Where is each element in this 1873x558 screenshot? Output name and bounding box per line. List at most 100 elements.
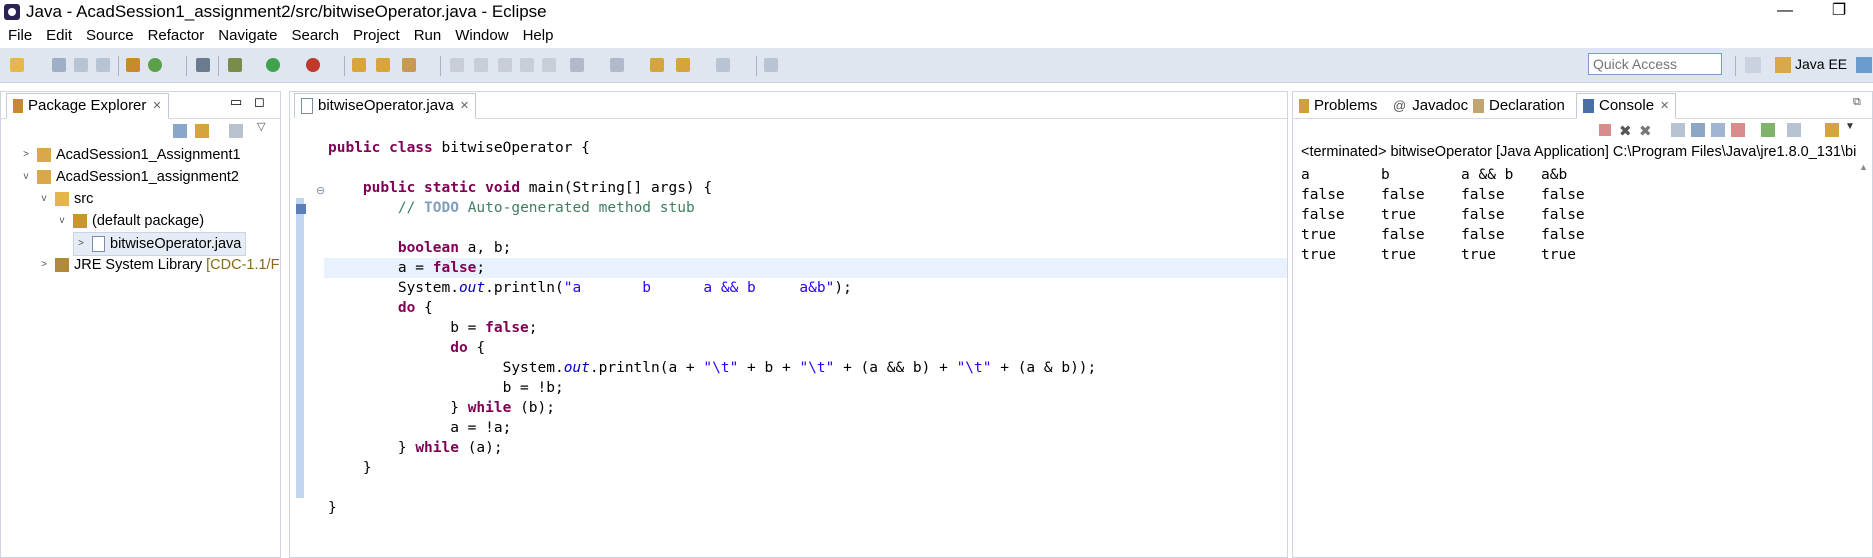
- remove-launch-icon[interactable]: ✖: [1619, 122, 1632, 140]
- tab-declaration[interactable]: Declaration: [1473, 94, 1565, 118]
- tree-item-acadsession1-assignment2[interactable]: v AcadSession1_assignment2: [19, 166, 239, 188]
- restore-view-icon[interactable]: ⧉: [1853, 96, 1861, 109]
- remove-all-icon[interactable]: ✖: [1639, 122, 1652, 140]
- menu-navigate[interactable]: Navigate: [210, 24, 283, 48]
- code-token: + (a && b) +: [834, 360, 957, 376]
- tree-item-bitwiseoperator-java[interactable]: > bitwiseOperator.java: [73, 232, 247, 256]
- open-folder-icon[interactable]: [376, 58, 390, 72]
- show-on-output-icon[interactable]: [1711, 123, 1725, 137]
- code-token: "\t": [956, 360, 992, 376]
- tree-item-jre-system-library[interactable]: > JRE System Library [CDC-1.1/F: [37, 254, 279, 276]
- code-token: Auto-generated method stub: [458, 200, 695, 216]
- pin-icon[interactable]: [764, 58, 778, 72]
- save-icon[interactable]: [52, 58, 66, 72]
- console-output[interactable]: aba && b a&b false false false false false true…: [1301, 165, 1621, 265]
- save-all-icon[interactable]: [74, 58, 88, 72]
- scroll-lock-icon[interactable]: [1691, 123, 1705, 137]
- annotation-icon[interactable]: [450, 58, 464, 72]
- pen-icon[interactable]: [474, 58, 488, 72]
- close-icon[interactable]: ✕: [460, 95, 469, 117]
- close-icon[interactable]: ✕: [152, 95, 161, 117]
- problems-icon: [1299, 99, 1309, 113]
- code-text[interactable]: public class bitwiseOperator { public st…: [324, 138, 1287, 518]
- open-type-icon[interactable]: [352, 58, 366, 72]
- code-token: public class: [328, 140, 433, 156]
- tab-label: Package Explorer: [28, 97, 147, 114]
- menu-help[interactable]: Help: [515, 24, 560, 48]
- java-ee-perspective-icon[interactable]: [1775, 57, 1791, 73]
- link-with-editor-icon[interactable]: [195, 124, 209, 138]
- prev-annotation-icon[interactable]: [610, 58, 624, 72]
- skip-breakpoints-icon[interactable]: [196, 58, 210, 72]
- focus-icon[interactable]: [229, 124, 243, 138]
- menu-bar: File Edit Source Refactor Navigate Search Proj…: [0, 24, 1873, 48]
- expand-icon[interactable]: >: [74, 233, 88, 255]
- menu-window[interactable]: Window: [447, 24, 514, 48]
- java-perspective-icon[interactable]: [1856, 57, 1872, 73]
- tree-item-src[interactable]: v src: [37, 188, 94, 210]
- pin-console-icon[interactable]: [1761, 123, 1775, 137]
- perspective-java-ee[interactable]: Java EE: [1795, 56, 1847, 72]
- tree-item-default-package[interactable]: v (default package): [55, 210, 205, 232]
- close-icon[interactable]: ✕: [1660, 95, 1669, 117]
- quick-access-input[interactable]: [1588, 53, 1722, 75]
- external-tools-icon[interactable]: [306, 58, 320, 72]
- tab-console[interactable]: Console ✕: [1576, 93, 1677, 119]
- clear-console-icon[interactable]: [1671, 123, 1685, 137]
- minimize-button[interactable]: —: [1762, 0, 1808, 24]
- console-cell: a&b: [1541, 167, 1568, 183]
- tab-problems[interactable]: Problems: [1299, 94, 1377, 118]
- maximize-view-icon[interactable]: ◻: [254, 94, 265, 110]
- collapse-icon[interactable]: v: [37, 188, 51, 210]
- debug-icon[interactable]: [228, 58, 242, 72]
- search-icon[interactable]: [402, 58, 416, 72]
- maximize-button[interactable]: ❐: [1816, 0, 1862, 24]
- view-menu-icon[interactable]: ▽: [257, 120, 265, 133]
- mark-icon[interactable]: [498, 58, 512, 72]
- run-icon[interactable]: [266, 58, 280, 72]
- fold-icon[interactable]: ⊖: [316, 184, 325, 197]
- console-menu-icon[interactable]: ▼: [1845, 121, 1855, 132]
- tab-bitwiseoperator-java[interactable]: bitwiseOperator.java ✕: [294, 93, 477, 119]
- collapse-icon[interactable]: v: [19, 166, 33, 188]
- menu-refactor[interactable]: Refactor: [140, 24, 211, 48]
- terminate-icon[interactable]: [1599, 124, 1611, 136]
- back-icon[interactable]: [676, 58, 690, 72]
- tree-item-acadsession1-assignment1[interactable]: > AcadSession1_Assignment1: [19, 144, 241, 166]
- menu-source[interactable]: Source: [78, 24, 140, 48]
- server-icon[interactable]: [126, 58, 140, 72]
- block-icon[interactable]: [520, 58, 534, 72]
- tab-javadoc[interactable]: @ Javadoc: [1393, 94, 1468, 118]
- menu-edit[interactable]: Edit: [38, 24, 78, 48]
- toolbar-separator: [218, 56, 219, 76]
- tree-item-label: AcadSession1_assignment2: [56, 169, 239, 185]
- expand-icon[interactable]: >: [19, 144, 33, 166]
- menu-file[interactable]: File: [0, 24, 38, 48]
- collapse-all-icon[interactable]: [173, 124, 187, 138]
- tree-item-label: JRE System Library: [74, 257, 203, 273]
- collapse-icon[interactable]: v: [55, 210, 69, 232]
- expand-icon[interactable]: >: [37, 254, 51, 276]
- menu-search[interactable]: Search: [283, 24, 345, 48]
- code-editor[interactable]: bitwiseOperator.java ✕ ⊖ public class bi…: [289, 91, 1288, 558]
- open-perspective-icon[interactable]: [1745, 57, 1761, 73]
- tab-package-explorer[interactable]: Package Explorer ✕: [6, 93, 169, 119]
- display-console-icon[interactable]: [1787, 123, 1801, 137]
- minimize-view-icon[interactable]: ▭: [230, 94, 242, 110]
- code-token: out: [563, 360, 590, 376]
- tree-item-label: src: [74, 191, 94, 207]
- last-edit-icon[interactable]: [650, 58, 664, 72]
- forward-icon[interactable]: [716, 58, 730, 72]
- new-icon[interactable]: [10, 58, 24, 72]
- menu-run[interactable]: Run: [406, 24, 448, 48]
- menu-project[interactable]: Project: [345, 24, 406, 48]
- next-annotation-icon[interactable]: [570, 58, 584, 72]
- scroll-up-icon[interactable]: ▲: [1859, 162, 1868, 172]
- open-console-icon[interactable]: [1825, 123, 1839, 137]
- print-icon[interactable]: [96, 58, 110, 72]
- paragraph-icon[interactable]: [542, 58, 556, 72]
- toolbar-separator: [118, 56, 119, 76]
- refresh-icon[interactable]: [148, 58, 162, 72]
- show-on-error-icon[interactable]: [1731, 123, 1745, 137]
